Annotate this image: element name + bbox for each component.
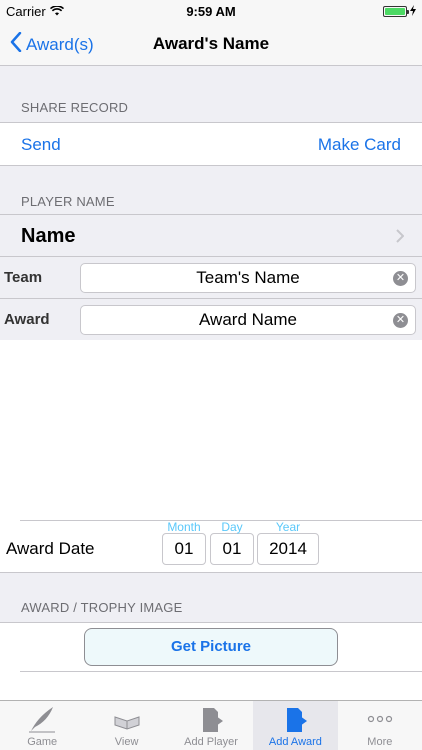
award-image-header: AWARD / TROPHY IMAGE [21, 600, 183, 615]
player-name-header: PLAYER NAME [21, 194, 115, 209]
more-dots-icon [365, 705, 395, 738]
day-field[interactable]: 01 [210, 533, 254, 565]
quill-icon [27, 705, 57, 738]
player-block: Name Team ✕ Award ✕ [0, 214, 422, 340]
page-title: Award's Name [152, 34, 270, 53]
open-book-icon [112, 705, 142, 738]
status-time: 9:59 AM [186, 4, 236, 19]
award-label: Award [4, 311, 50, 328]
share-record-header: SHARE RECORD [21, 100, 129, 115]
clear-team-icon[interactable]: ✕ [393, 271, 408, 286]
tab-add-player[interactable]: Add Player [169, 701, 253, 750]
share-row: Send Make Card [0, 122, 422, 166]
status-right [383, 4, 416, 19]
player-name-label: Name [21, 225, 76, 247]
year-caption: Year [275, 520, 301, 534]
player-name-row[interactable]: Name [0, 214, 422, 258]
divider [20, 671, 422, 672]
chevron-right-icon [396, 229, 405, 248]
award-row: Award ✕ [0, 298, 422, 340]
add-player-icon [196, 705, 226, 738]
tab-label: View [114, 736, 139, 748]
make-card-button[interactable]: Make Card [318, 135, 401, 155]
tab-game[interactable]: Game [0, 701, 84, 750]
tab-add-award[interactable]: Add Award [253, 701, 338, 750]
status-bar: Carrier 9:59 AM [0, 0, 422, 22]
battery-level [385, 8, 405, 15]
charging-icon [410, 4, 416, 19]
month-column: Month 01 [162, 521, 206, 565]
send-button[interactable]: Send [21, 135, 61, 155]
award-field[interactable] [80, 305, 416, 335]
year-field[interactable]: 2014 [257, 533, 319, 565]
tab-more[interactable]: More [338, 701, 422, 750]
clear-award-icon[interactable]: ✕ [393, 313, 408, 328]
team-row: Team ✕ [0, 256, 422, 298]
tab-view[interactable]: View [84, 701, 168, 750]
image-area: Get Picture [0, 622, 422, 700]
tab-label: More [367, 736, 393, 748]
team-field[interactable] [80, 263, 416, 293]
team-label: Team [4, 269, 43, 286]
day-caption: Day [221, 520, 243, 534]
tab-label: Add Player [184, 736, 238, 748]
day-column: Day 01 [210, 521, 254, 565]
tab-bar: Game View Add Player Add Award More [0, 700, 422, 750]
month-caption: Month [167, 520, 201, 534]
tab-label: Add Award [268, 736, 322, 748]
award-date-area: Award Date Month 01 Day 01 Year 2014 [0, 340, 422, 572]
tab-label: Game [27, 736, 58, 748]
award-date-label: Award Date [6, 539, 95, 558]
get-picture-button[interactable]: Get Picture [84, 628, 338, 666]
battery-icon [383, 6, 409, 17]
add-award-icon [280, 705, 310, 738]
month-field[interactable]: 01 [162, 533, 206, 565]
year-column: Year 2014 [257, 521, 319, 565]
navigation-bar: Award(s) Award's Name [0, 22, 422, 66]
